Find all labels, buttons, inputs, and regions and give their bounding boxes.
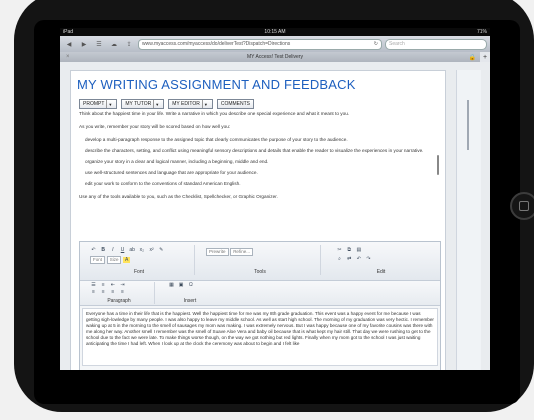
assignment-panel: MY WRITING ASSIGNMENT AND FEEDBACK PROMP… <box>70 70 446 370</box>
essay-textarea[interactable]: Everyone has a time in their life that i… <box>82 308 438 366</box>
size-select[interactable]: Size <box>106 256 122 264</box>
prompt-instruction: Think about the happiest time in your li… <box>79 111 350 116</box>
tools-note: Use any of the tools available to you, s… <box>79 194 278 199</box>
prewrite-select[interactable]: Prewrite <box>206 248 229 256</box>
my-tutor-button[interactable]: MY TUTOR ▼ <box>121 99 165 109</box>
replace-icon[interactable]: ⇄ <box>346 256 353 262</box>
comments-button[interactable]: COMMENTS <box>216 99 255 109</box>
carrier-label: iPad <box>63 29 74 35</box>
essay-editor: ↶ B I U ab x₂ x² ✎ Font Size A Font Prew… <box>79 241 441 370</box>
criteria-item: use well-structured sentences and langua… <box>85 170 435 176</box>
brush-icon[interactable]: ✎ <box>158 247 165 253</box>
find-icon[interactable]: ⌕ <box>336 256 343 262</box>
paragraph-group-label: Paragraph <box>107 298 131 304</box>
browser-toolbar: ◀ ▶ ☰ ☁ ⇪ www.myaccess.com/myaccess/do/d… <box>60 36 490 52</box>
new-tab-icon[interactable]: + <box>480 52 490 62</box>
symbol-icon[interactable]: Ω <box>187 282 194 288</box>
font-select[interactable]: Font <box>90 256 106 264</box>
criteria-item: develop a multi-paragraph response to th… <box>85 137 435 143</box>
align-center-icon[interactable]: ≡ <box>100 289 107 295</box>
status-bar: iPad 10:15 AM 71% <box>60 28 490 36</box>
criteria-item: describe the characters, setting, and co… <box>85 148 435 154</box>
outdent-icon[interactable]: ⇤ <box>109 282 116 288</box>
tools-group: Prewrite Refine... Tools <box>200 245 321 275</box>
share-icon[interactable]: ⇪ <box>123 39 135 49</box>
prompt-button-label: PROMPT <box>83 101 105 107</box>
copy-icon[interactable]: ⧉ <box>346 247 353 253</box>
bullet-list-icon[interactable]: ☰ <box>90 282 97 288</box>
close-tab-icon[interactable]: × <box>66 54 70 60</box>
prompt-scrollbar[interactable] <box>437 155 439 175</box>
my-tutor-button-label: MY TUTOR <box>125 101 152 107</box>
clock: 10:15 AM <box>264 29 286 35</box>
page-content: MY WRITING ASSIGNMENT AND FEEDBACK PROMP… <box>60 62 490 370</box>
bookmarks-icon[interactable]: ☰ <box>93 39 105 49</box>
editor-ribbon: ↶ B I U ab x₂ x² ✎ Font Size A Font Prew… <box>80 242 440 281</box>
page-scrollbar[interactable] <box>467 100 469 150</box>
redo-icon[interactable]: ↷ <box>365 256 372 262</box>
back-icon[interactable]: ◀ <box>63 39 75 49</box>
tab-buttons: PROMPT ▼ MY TUTOR ▼ MY EDITOR ▼ COMMENTS <box>79 99 255 109</box>
lock-icon: 🔒 <box>468 54 476 61</box>
prompt-scoring-intro: As you write, remember your story will b… <box>79 124 231 129</box>
table-icon[interactable]: ▦ <box>168 282 175 288</box>
tools-group-label: Tools <box>254 269 266 275</box>
criteria-item: edit your work to conform to the convent… <box>85 181 435 187</box>
numbered-list-icon[interactable]: ≡ <box>100 282 107 288</box>
reload-icon[interactable]: ↻ <box>374 41 378 47</box>
edit-group-label: Edit <box>376 269 386 275</box>
url-field[interactable]: www.myaccess.com/myaccess/do/deliverTest… <box>138 38 382 50</box>
align-left-icon[interactable]: ≡ <box>90 289 97 295</box>
font-group: ↶ B I U ab x₂ x² ✎ Font Size A Font <box>84 245 195 275</box>
chevron-down-icon[interactable]: ▼ <box>201 100 209 108</box>
my-editor-button[interactable]: MY EDITOR ▼ <box>168 99 213 109</box>
paste-icon[interactable]: ▤ <box>355 247 362 253</box>
image-icon[interactable]: ▣ <box>178 282 185 288</box>
indent-icon[interactable]: ⇥ <box>119 282 126 288</box>
chevron-down-icon[interactable]: ▼ <box>106 100 113 108</box>
edit-group: ✂ ⧉ ▤ ⌕ ⇄ ↶ ↷ Edit <box>326 245 436 275</box>
underline-icon[interactable]: U <box>119 247 126 253</box>
comments-button-label: COMMENTS <box>220 101 251 107</box>
undo-edit-icon[interactable]: ↶ <box>355 256 362 262</box>
search-field[interactable]: Search <box>385 38 487 50</box>
refine-select[interactable]: Refine... <box>230 248 253 256</box>
strikethrough-icon[interactable]: ab <box>129 247 136 253</box>
battery-label: 71% <box>476 29 487 35</box>
right-side-panel <box>456 70 481 370</box>
insert-group: ▦ ▣ Ω Insert <box>160 282 220 304</box>
editor-ribbon-secondary: ☰ ≡ ⇤ ⇥ ≡ ≡ ≡ ≡ Paragraph ▦ ▣ Ω Insert <box>80 281 440 306</box>
url-text: www.myaccess.com/myaccess/do/deliverTest… <box>142 41 291 47</box>
subscript-icon[interactable]: x₂ <box>138 247 145 253</box>
tab-title[interactable]: MY Access! Test Delivery <box>247 54 303 60</box>
paragraph-group: ☰ ≡ ⇤ ⇥ ≡ ≡ ≡ ≡ Paragraph <box>84 282 155 304</box>
prompt-button[interactable]: PROMPT ▼ <box>79 99 118 109</box>
chevron-down-icon[interactable]: ▼ <box>153 100 160 108</box>
highlight-icon[interactable]: A <box>123 257 131 263</box>
cloud-icon[interactable]: ☁ <box>108 39 120 49</box>
italic-icon[interactable]: I <box>109 247 116 253</box>
tab-bar: × MY Access! Test Delivery 🔒 + <box>60 52 490 62</box>
superscript-icon[interactable]: x² <box>148 247 155 253</box>
cut-icon[interactable]: ✂ <box>336 247 343 253</box>
criteria-item: organize your story in a clear and logic… <box>85 159 435 165</box>
insert-group-label: Insert <box>183 298 197 304</box>
criteria-list: develop a multi-paragraph response to th… <box>79 137 435 187</box>
ipad-screen: iPad 10:15 AM 71% ◀ ▶ ☰ ☁ ⇪ www.myaccess… <box>60 28 490 370</box>
search-placeholder: Search <box>389 41 405 47</box>
justify-icon[interactable]: ≡ <box>119 289 126 295</box>
prompt-text: Think about the happiest time in your li… <box>79 111 435 231</box>
font-group-label: Font <box>133 269 144 275</box>
home-button[interactable] <box>510 192 534 220</box>
bold-icon[interactable]: B <box>100 247 107 253</box>
screenshot: iPad 10:15 AM 71% ◀ ▶ ☰ ☁ ⇪ www.myaccess… <box>0 0 534 420</box>
my-editor-button-label: MY EDITOR <box>172 101 200 107</box>
align-right-icon[interactable]: ≡ <box>109 289 116 295</box>
forward-icon[interactable]: ▶ <box>78 39 90 49</box>
undo-icon[interactable]: ↶ <box>90 247 97 253</box>
page-title: MY WRITING ASSIGNMENT AND FEEDBACK <box>77 77 356 92</box>
